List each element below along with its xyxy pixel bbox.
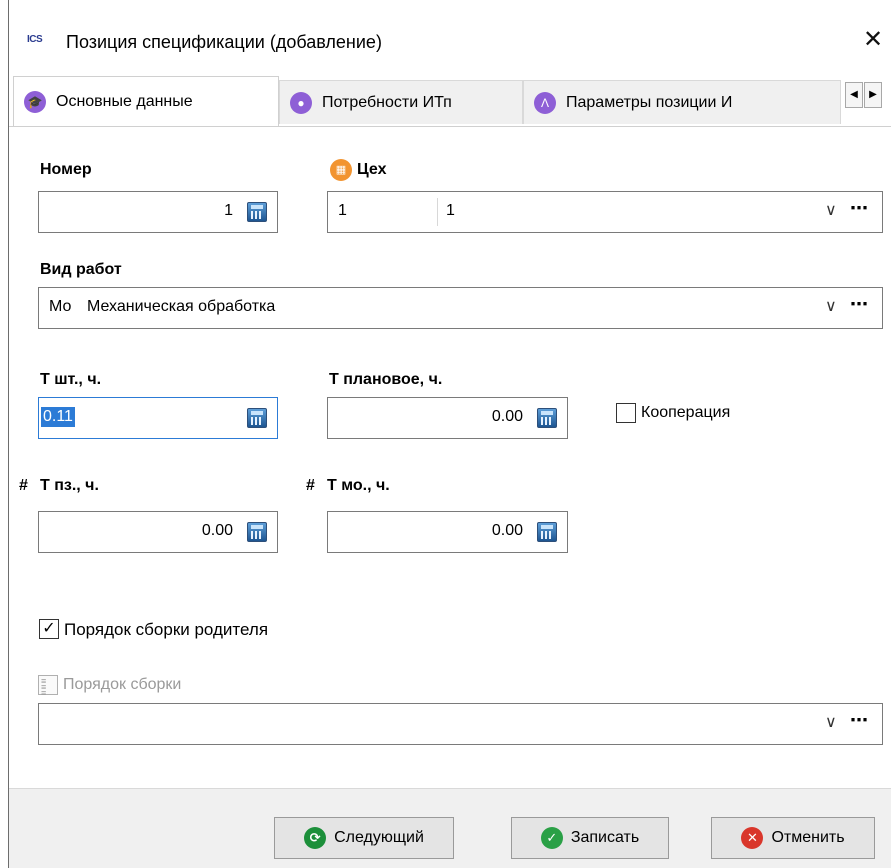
top-strip (9, 0, 891, 14)
tseh-code: 1 (338, 202, 347, 219)
tag-icon: ● (290, 91, 312, 114)
kooperaciya-checkbox[interactable] (616, 403, 636, 423)
list-order-icon: ≡ ≡ ≡ (38, 675, 58, 698)
t-mo-prefix: # (306, 477, 315, 494)
more-icon[interactable]: ⋯ (850, 710, 869, 731)
t-sht-value: 0.11 (41, 407, 75, 427)
cancel-x-icon: ✕ (741, 827, 764, 849)
tab-needs[interactable]: ● Потребности ИТп (279, 80, 523, 124)
tab-main-data[interactable]: 🎓 Основные данные (13, 76, 279, 126)
nomer-label: Номер (40, 161, 92, 178)
next-button[interactable]: ⟳ Следующий (274, 817, 454, 859)
app-logo: ICS (27, 34, 43, 45)
compass-icon: Λ (534, 91, 556, 114)
content-panel: Номер 1 ▦ Цех 1 1 ∨ ⋯ Вид работ Мо Механ… (9, 126, 891, 788)
nomer-value: 1 (224, 202, 233, 219)
calculator-icon[interactable] (247, 408, 267, 428)
footer-bar: ⟳ Следующий ✓ Записать ✕ Отменить (9, 788, 891, 868)
t-sht-field[interactable]: 0.11 (38, 397, 278, 439)
close-icon[interactable]: ✕ (861, 26, 885, 54)
t-plan-value: 0.00 (491, 408, 523, 425)
cancel-button[interactable]: ✕ Отменить (711, 817, 875, 859)
tseh-label: Цех (357, 161, 387, 178)
calculator-icon[interactable] (247, 522, 267, 542)
t-mo-field[interactable]: 0.00 (327, 511, 568, 553)
calculator-icon[interactable] (537, 522, 557, 542)
save-button[interactable]: ✓ Записать (511, 817, 669, 859)
t-mo-value: 0.00 (491, 522, 523, 539)
calculator-icon[interactable] (247, 202, 267, 222)
t-pz-field[interactable]: 0.00 (38, 511, 278, 553)
calculator-icon[interactable] (537, 408, 557, 428)
t-pz-value: 0.00 (201, 522, 233, 539)
vid-rabot-name: Механическая обработка (87, 298, 276, 315)
chevron-down-icon[interactable]: ∨ (825, 200, 837, 220)
window-title: Позиция спецификации (добавление) (66, 32, 382, 52)
vid-rabot-label: Вид работ (40, 261, 122, 278)
column-divider (437, 198, 438, 226)
tab-label: Параметры позиции И (566, 93, 733, 111)
poryadok-roditelya-checkbox[interactable]: ✓ (39, 619, 59, 639)
t-plan-label: Т плановое, ч. (329, 371, 443, 388)
poryadok-sborki-label: Порядок сборки (63, 676, 182, 693)
save-button-label: Записать (570, 829, 640, 846)
tab-scroll-left[interactable]: ◀ (845, 82, 863, 108)
title-bar: ICS Позиция спецификации (добавление) ✕ (9, 18, 891, 70)
t-plan-field[interactable]: 0.00 (327, 397, 568, 439)
t-mo-label: Т мо., ч. (327, 477, 390, 494)
tab-strip: 🎓 Основные данные ● Потребности ИТп Λ Па… (9, 76, 891, 126)
vid-rabot-dropdown[interactable]: Мо Механическая обработка ∨ ⋯ (38, 287, 883, 329)
more-icon[interactable]: ⋯ (850, 294, 869, 315)
check-icon: ✓ (540, 827, 563, 849)
next-button-label: Следующий (334, 829, 424, 846)
tab-label: Потребности ИТп (322, 93, 452, 111)
chevron-down-icon[interactable]: ∨ (825, 296, 837, 316)
tab-params[interactable]: Λ Параметры позиции И (523, 80, 841, 124)
refresh-icon: ⟳ (304, 827, 327, 849)
tseh-dropdown[interactable]: 1 1 ∨ ⋯ (327, 191, 883, 233)
nomer-field[interactable]: 1 (38, 191, 278, 233)
poryadok-roditelya-label: Порядок сборки родителя (64, 620, 269, 639)
t-pz-label: Т пз., ч. (40, 477, 99, 494)
tseh-name: 1 (446, 202, 455, 219)
graduation-cap-icon: 🎓 (24, 90, 46, 113)
poryadok-sborki-dropdown[interactable]: ∨ ⋯ (38, 703, 883, 745)
vid-rabot-code: Мо (49, 298, 72, 315)
chevron-down-icon[interactable]: ∨ (825, 712, 837, 732)
tab-label: Основные данные (56, 92, 193, 110)
t-pz-prefix: # (19, 477, 28, 494)
cancel-button-label: Отменить (771, 829, 845, 846)
kooperaciya-label: Кооперация (641, 404, 731, 421)
t-sht-label: Т шт., ч. (40, 371, 102, 388)
tab-scroll-right[interactable]: ▶ (864, 82, 882, 108)
workshop-icon: ▦ (330, 159, 352, 181)
more-icon[interactable]: ⋯ (850, 198, 869, 219)
